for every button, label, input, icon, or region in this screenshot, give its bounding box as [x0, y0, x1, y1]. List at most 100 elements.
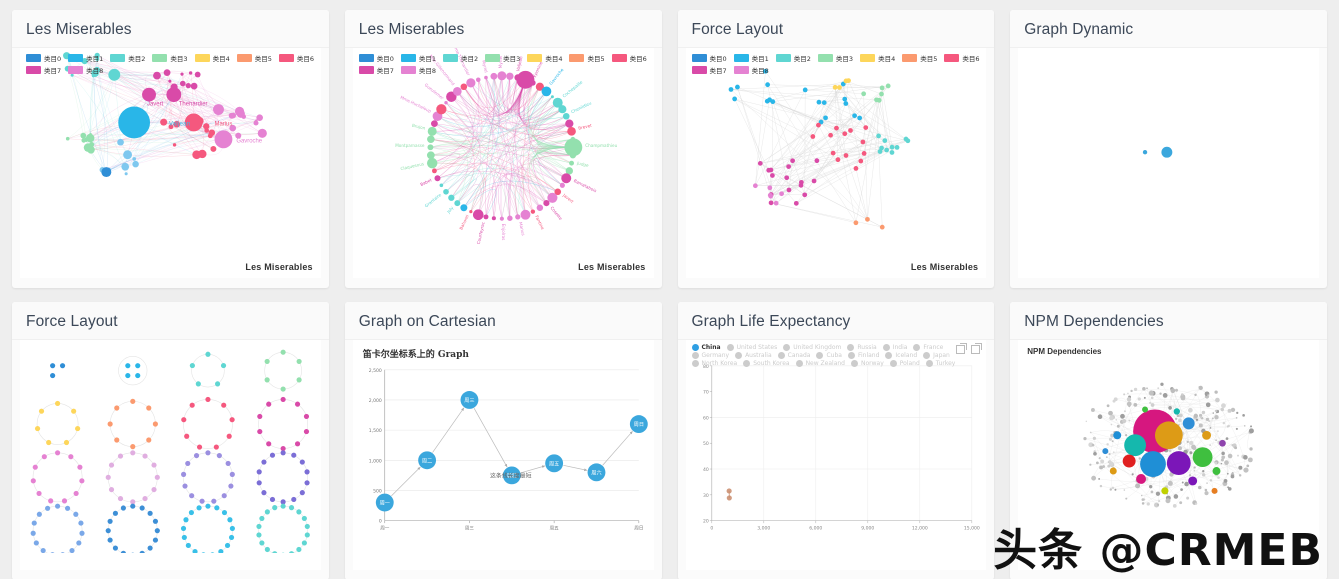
- chart-npm-dependencies[interactable]: NPM Dependencies: [1018, 340, 1319, 570]
- graph-node[interactable]: [875, 133, 881, 139]
- legend-item-united-kingdom[interactable]: United Kingdom: [783, 344, 841, 352]
- graph-node[interactable]: [213, 444, 219, 450]
- graph-node[interactable]: [1111, 486, 1115, 490]
- graph-node[interactable]: [281, 552, 286, 554]
- graph-node[interactable]: [879, 85, 884, 91]
- graph-node[interactable]: [68, 454, 74, 460]
- graph-node[interactable]: [483, 214, 489, 220]
- graph-node[interactable]: [1128, 419, 1131, 422]
- graph-node[interactable]: [1106, 404, 1110, 408]
- graph-node[interactable]: [1212, 417, 1214, 420]
- graph-node[interactable]: [294, 401, 301, 407]
- graph-node[interactable]: [228, 112, 235, 119]
- graph-node[interactable]: [1099, 484, 1103, 488]
- graph-node[interactable]: [259, 515, 265, 522]
- graph-node[interactable]: [1102, 448, 1109, 455]
- graph-node[interactable]: [304, 532, 310, 538]
- chart-graph-on-cartesian[interactable]: 笛卡尔坐标系上的 Graph 0 500 1,000 1,500 2,000 2,500 …: [352, 340, 654, 570]
- graph-node[interactable]: [152, 421, 158, 427]
- graph-node[interactable]: [114, 405, 120, 411]
- graph-node[interactable]: [1141, 498, 1145, 501]
- graph-node[interactable]: [151, 487, 157, 493]
- legend-item-7[interactable]: 类目7: [358, 65, 394, 75]
- graph-node[interactable]: [434, 175, 441, 182]
- graph-node[interactable]: [1091, 443, 1095, 447]
- graph-node[interactable]: [1161, 146, 1173, 158]
- graph-node[interactable]: [853, 166, 858, 171]
- graph-node[interactable]: [1227, 408, 1232, 413]
- graph-node[interactable]: [1231, 407, 1236, 413]
- graph-node[interactable]: [529, 80, 536, 86]
- graph-node[interactable]: [296, 546, 302, 553]
- graph-node[interactable]: [280, 503, 286, 509]
- graph-node[interactable]: [1212, 412, 1215, 414]
- graph-node[interactable]: [1198, 385, 1204, 391]
- graph-node[interactable]: [1168, 480, 1174, 486]
- graph-node[interactable]: [1122, 419, 1127, 424]
- graph-node[interactable]: [184, 433, 190, 439]
- graph-node[interactable]: [550, 95, 554, 99]
- graph-node[interactable]: [185, 460, 191, 467]
- card-force-layout-rings[interactable]: Force Layout: [12, 302, 329, 579]
- graph-node[interactable]: [269, 452, 276, 458]
- graph-node[interactable]: [1219, 439, 1227, 447]
- graph-node[interactable]: [862, 125, 868, 131]
- graph-node[interactable]: [832, 84, 838, 90]
- graph-node[interactable]: [1120, 413, 1126, 419]
- legend-item-2[interactable]: 类目2: [775, 53, 811, 63]
- graph-node[interactable]: [55, 450, 61, 456]
- graph-node[interactable]: [221, 402, 227, 408]
- graph-node[interactable]: [793, 201, 799, 206]
- graph-node[interactable]: [130, 503, 136, 509]
- graph-node[interactable]: [1115, 419, 1118, 421]
- graph-node[interactable]: [32, 464, 38, 470]
- graph-node[interactable]: [439, 183, 443, 188]
- graph-node[interactable]: [1194, 393, 1198, 397]
- data-point[interactable]: [726, 495, 732, 501]
- graph-node[interactable]: [1160, 382, 1164, 386]
- legend-item-3[interactable]: 类目3: [817, 53, 853, 63]
- card-les-miserables-circular[interactable]: Les Miserables 类目0 类目1 类目2 类目3 类目4 类目5 类目6 类目7 类…: [344, 10, 662, 288]
- legend-item-new-zealand[interactable]: New Zealand: [795, 360, 845, 368]
- graph-node[interactable]: [152, 518, 159, 524]
- graph-node[interactable]: [1102, 465, 1106, 469]
- dataZoom-reset-icon[interactable]: [971, 343, 983, 355]
- graph-node[interactable]: [301, 515, 307, 522]
- graph-node[interactable]: [50, 373, 56, 379]
- graph-node[interactable]: [1110, 467, 1118, 475]
- graph-node[interactable]: [845, 78, 851, 84]
- graph-node[interactable]: [79, 530, 85, 536]
- graph-node[interactable]: 周一: [375, 493, 394, 512]
- graph-node[interactable]: [185, 82, 191, 89]
- graph-node[interactable]: [294, 441, 301, 447]
- graph-node[interactable]: [765, 167, 771, 173]
- graph-node[interactable]: [193, 453, 200, 459]
- graph-node[interactable]: [105, 474, 111, 480]
- graph-node[interactable]: [130, 552, 135, 554]
- graph-node[interactable]: [196, 444, 203, 450]
- graph-node[interactable]: [426, 151, 435, 160]
- graph-node[interactable]: [889, 150, 894, 155]
- graph-node[interactable]: [199, 498, 205, 504]
- graph-node[interactable]: [1142, 387, 1146, 391]
- chart-graph-dynamic[interactable]: [1018, 48, 1319, 278]
- graph-node[interactable]: [48, 498, 54, 504]
- graph-node[interactable]: [879, 224, 885, 230]
- card-force-layout-les-mis[interactable]: Force Layout 类目0 类目1 类目2 类目3 类目4 类目5 类目6 类目7 类目8…: [677, 10, 995, 288]
- legend-item-iceland[interactable]: Iceland: [885, 352, 917, 360]
- legend-item-canada[interactable]: Canada: [777, 352, 810, 360]
- graph-node[interactable]: 周二: [417, 451, 436, 470]
- legend-item-turkey[interactable]: Turkey: [925, 360, 955, 368]
- chart-les-miserables-force[interactable]: 类目0 类目1 类目2 类目3 类目4 类目5 类目6 类目7 类目8 Valjean Mari…: [20, 48, 321, 278]
- graph-node[interactable]: [205, 351, 211, 357]
- graph-node[interactable]: [221, 510, 228, 516]
- graph-node[interactable]: [1206, 482, 1209, 485]
- graph-node[interactable]: [460, 204, 468, 212]
- graph-node[interactable]: [860, 139, 865, 145]
- graph-node[interactable]: [836, 85, 842, 90]
- graph-node[interactable]: [842, 101, 848, 106]
- graph-node[interactable]: [1134, 387, 1138, 392]
- graph-node[interactable]: [1183, 417, 1195, 430]
- legend-item-japan[interactable]: Japan: [923, 352, 950, 360]
- graph-node[interactable]: [55, 400, 61, 407]
